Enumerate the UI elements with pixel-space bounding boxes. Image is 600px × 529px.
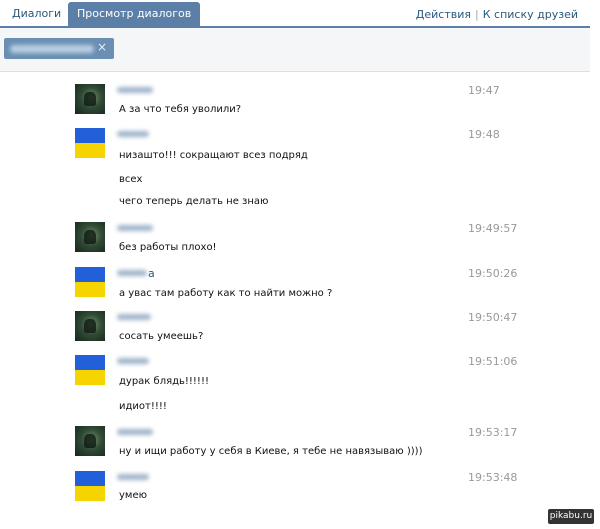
message-time: 19:53:17 (468, 426, 518, 439)
avatar[interactable] (75, 355, 105, 385)
sender-name-suffix[interactable]: а (148, 267, 155, 280)
message-row: 19:48 низашто!!! сокращают всез подряд все… (75, 128, 545, 212)
message-text: без работы плохо! (119, 242, 217, 253)
link-separator: | (475, 8, 479, 21)
blurred-sender-name[interactable] (117, 87, 153, 93)
message-time: 19:47 (468, 84, 500, 97)
message-text: А за что тебя уволили? (119, 104, 242, 115)
avatar[interactable] (75, 267, 105, 297)
friends-list-link[interactable]: К списку друзей (483, 8, 578, 21)
tab-dialogs[interactable]: Диалоги (5, 4, 68, 24)
message-text: низашто!!! сокращают всез подряд (119, 150, 308, 161)
avatar[interactable] (75, 311, 105, 341)
blurred-sender-name[interactable] (117, 131, 149, 137)
actions-links: Действия | К списку друзей (416, 8, 578, 21)
blurred-sender-name[interactable] (117, 429, 153, 435)
message-text: дурак блядь!!!!!! (119, 376, 209, 387)
message-row: 19:51:06 дурак блядь!!!!!! идиот!!!! (75, 355, 545, 417)
message-time: 19:50:47 (468, 311, 518, 324)
close-icon[interactable]: × (97, 40, 107, 54)
blurred-sender-name[interactable] (117, 225, 153, 231)
message-time: 19:53:48 (468, 471, 518, 484)
avatar[interactable] (75, 426, 105, 456)
message-text: сосать умеешь? (119, 331, 204, 342)
avatar[interactable] (75, 471, 105, 501)
message-time: 19:48 (468, 128, 500, 141)
avatar[interactable] (75, 128, 105, 158)
avatar[interactable] (75, 84, 105, 114)
avatar[interactable] (75, 222, 105, 252)
dialog-viewer: Диалоги Просмотр диалогов Действия | К спи… (0, 0, 600, 529)
message-text: а увас там работу как то найти можно ? (119, 288, 333, 299)
blurred-sender-name[interactable] (117, 358, 149, 364)
message-time: 19:51:06 (468, 355, 518, 368)
message-row: а 19:50:26 а увас там работу как то найти … (75, 267, 545, 304)
message-row: 19:47 А за что тебя уволили? (75, 84, 545, 120)
recipient-chip[interactable]: × (4, 38, 114, 59)
message-text: ну и ищи работу у себя в Киеве, я тебе н… (119, 446, 423, 457)
blurred-sender-name[interactable] (117, 314, 151, 320)
watermark-logo: pikabu.ru (548, 509, 594, 524)
message-text: умею (119, 490, 148, 501)
tab-view-dialogs[interactable]: Просмотр диалогов (68, 2, 201, 26)
message-text: всех (119, 174, 143, 185)
blurred-recipient-name (10, 45, 94, 53)
message-text: идиот!!!! (119, 401, 167, 412)
message-row: 19:50:47 сосать умеешь? (75, 311, 545, 347)
message-row: 19:53:17 ну и ищи работу у себя в Киеве, … (75, 426, 545, 462)
message-time: 19:50:26 (468, 267, 518, 280)
actions-link[interactable]: Действия (416, 8, 471, 21)
tab-bar: Диалоги Просмотр диалогов Действия | К спи… (0, 0, 590, 28)
recipient-filter-bar: × (0, 28, 590, 72)
blurred-sender-name[interactable] (117, 474, 149, 480)
blurred-sender-name[interactable] (117, 270, 147, 276)
message-row: 19:53:48 умею (75, 471, 545, 506)
message-text: чего теперь делать не знаю (119, 196, 269, 207)
message-row: 19:49:57 без работы плохо! (75, 222, 545, 258)
message-time: 19:49:57 (468, 222, 518, 235)
